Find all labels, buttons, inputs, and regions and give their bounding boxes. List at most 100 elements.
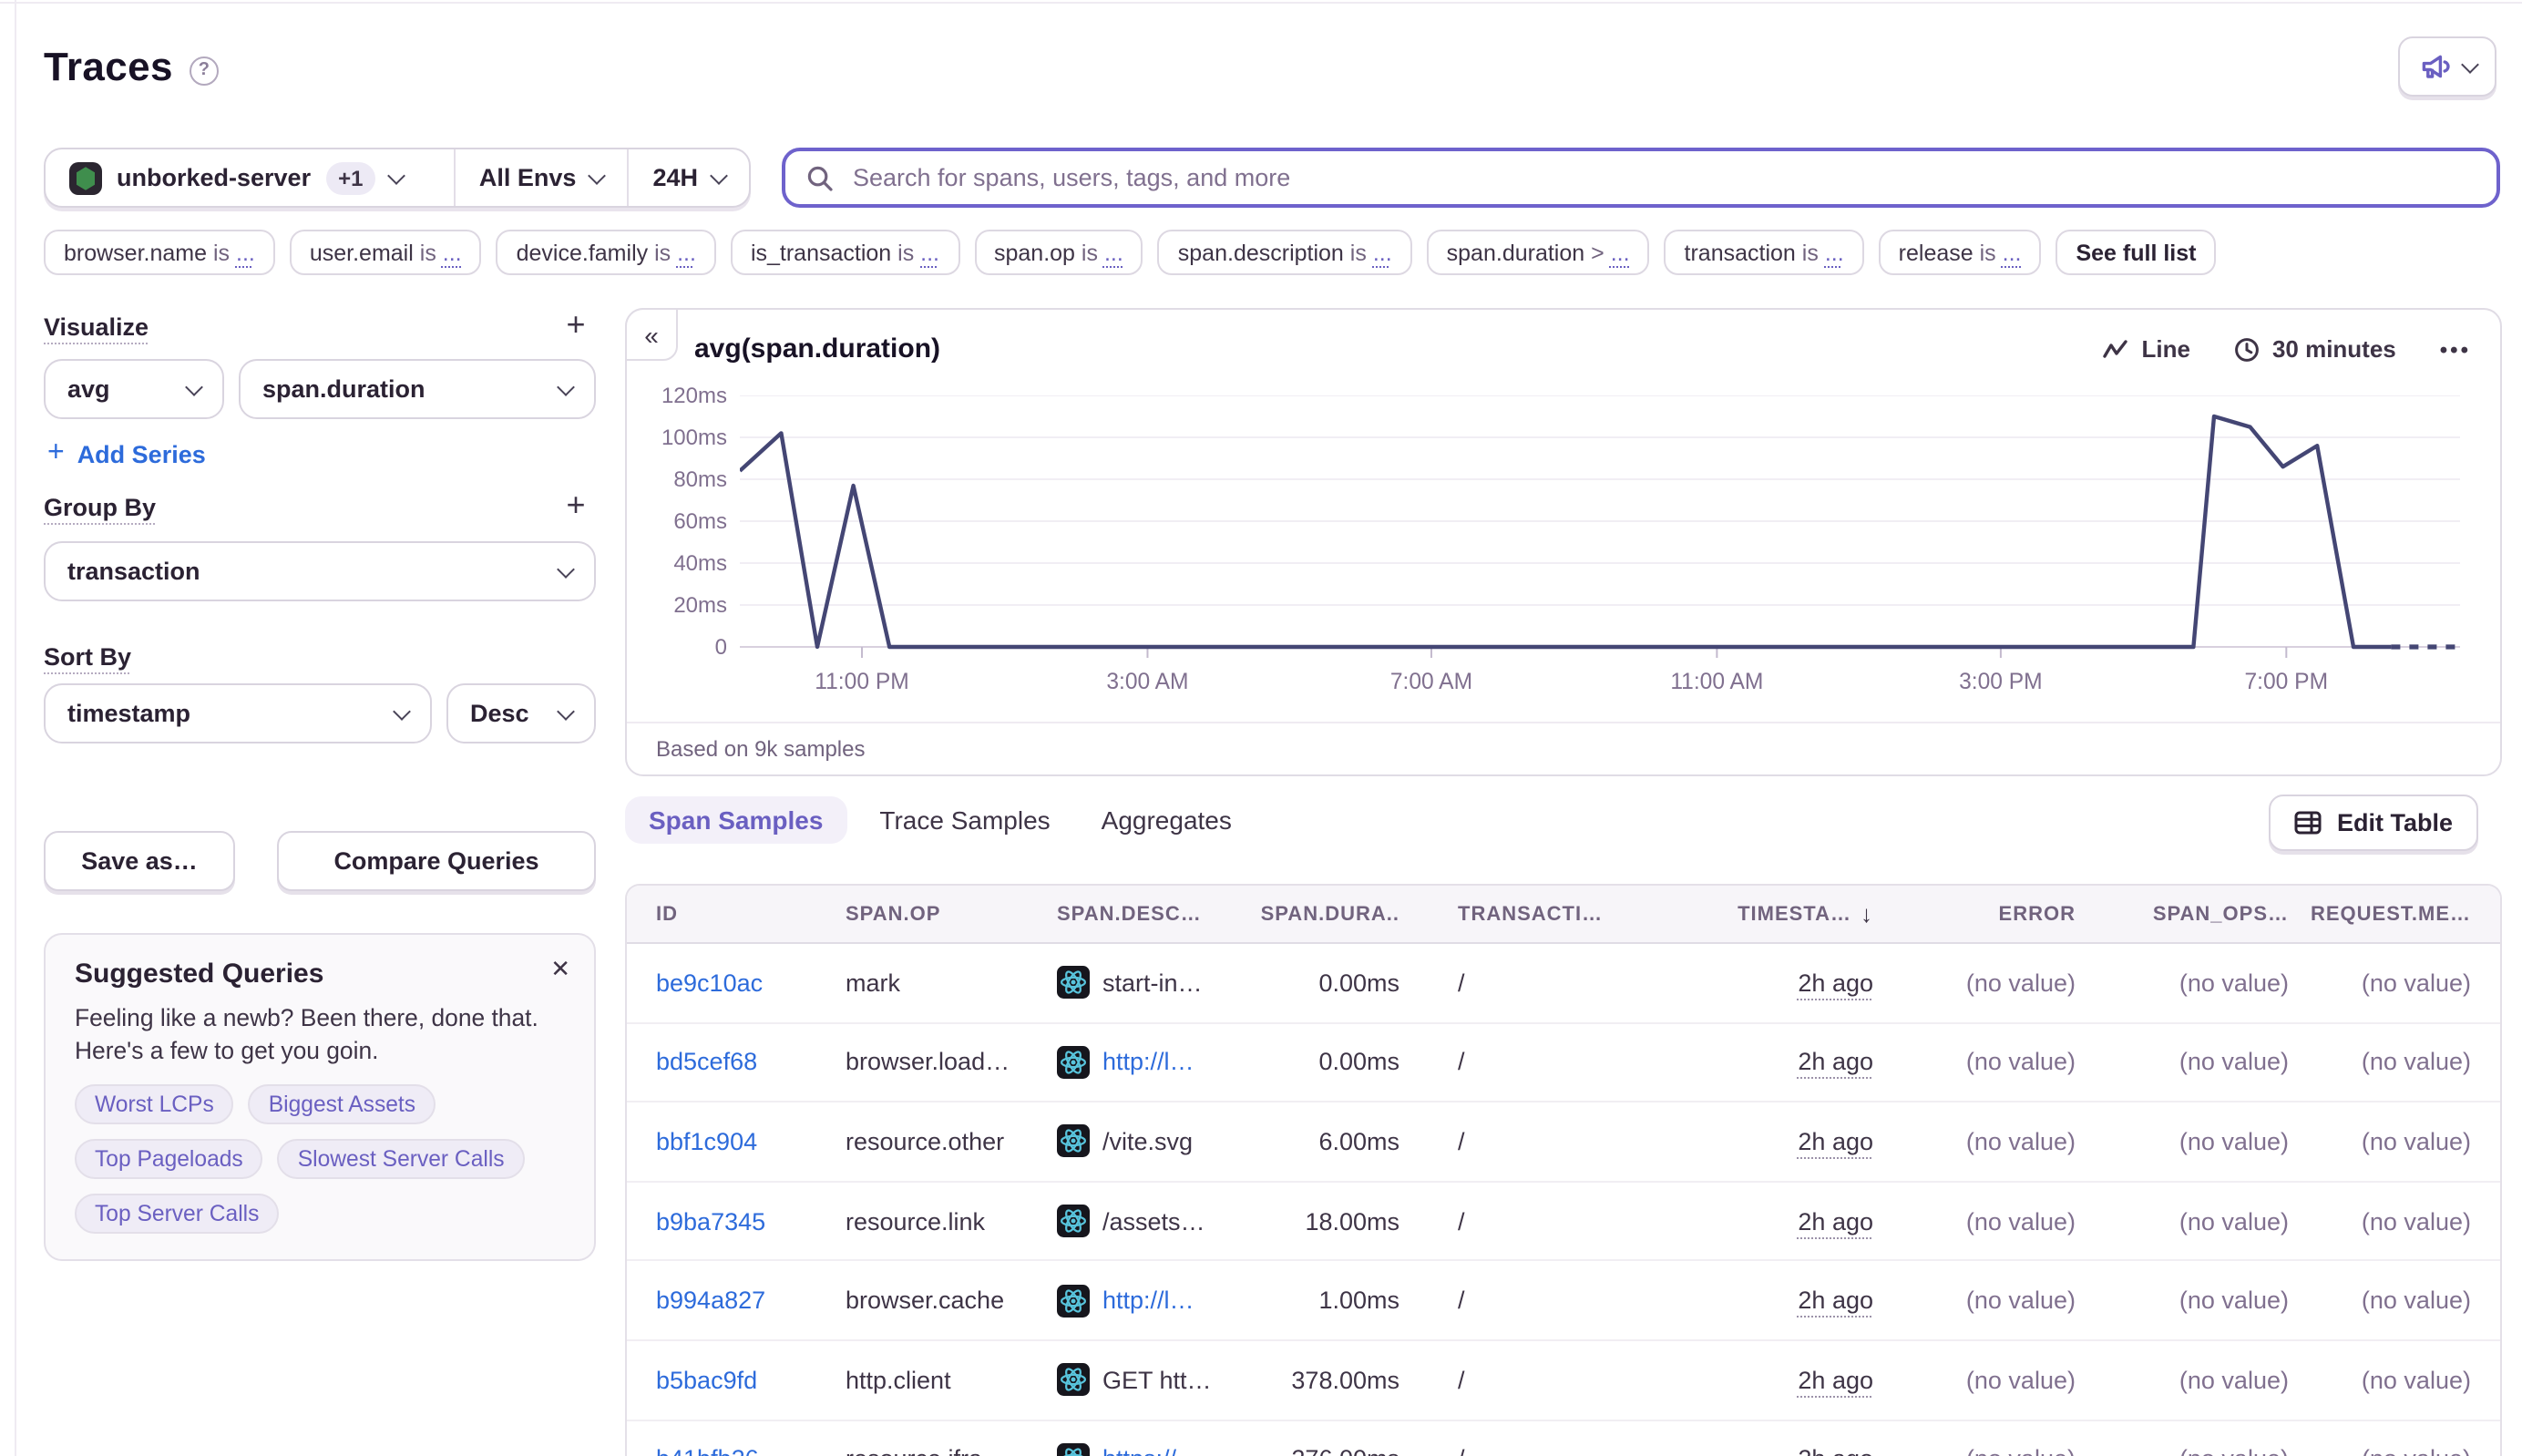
date-range-selector[interactable]: 24H	[629, 149, 749, 206]
sort-field-select[interactable]: timestamp	[44, 683, 432, 743]
filter-chip[interactable]: release is ...	[1879, 230, 2042, 275]
column-header-id[interactable]: ID	[627, 886, 816, 942]
project-selector[interactable]: unborked-server +1	[46, 149, 454, 206]
filter-chip[interactable]: span.description is ...	[1158, 230, 1412, 275]
search-bar[interactable]	[782, 148, 2500, 208]
filter-chip[interactable]: span.op is ...	[974, 230, 1143, 275]
project-extra-badge: +1	[325, 161, 375, 194]
span-id-link[interactable]: bbf1c904	[656, 1128, 757, 1155]
suggested-query-pill[interactable]: Worst LCPs	[75, 1085, 234, 1125]
table-row: b9ba7345resource.link /assets…18.00ms/2h…	[627, 1183, 2500, 1262]
timestamp-value[interactable]: 2h ago	[1798, 1287, 1873, 1314]
filter-chip-operator: is	[1796, 240, 1825, 265]
filter-chip[interactable]: user.email is ...	[290, 230, 482, 275]
filter-chip[interactable]: span.duration > ...	[1427, 230, 1650, 275]
save-as-button[interactable]: Save as…	[44, 831, 235, 891]
timestamp-value[interactable]: 2h ago	[1798, 1207, 1873, 1235]
span-op-cell: resource.other	[816, 1102, 1028, 1180]
span-description-link[interactable]: http://l…	[1102, 1287, 1194, 1314]
span-description-link[interactable]: https://…	[1102, 1446, 1201, 1456]
column-header-label: SPAN_OPS…	[2153, 903, 2289, 925]
span-op-cell: resource.ifra…	[816, 1420, 1028, 1456]
samples-note: Based on 9k samples	[656, 736, 865, 762]
close-icon[interactable]: ✕	[550, 955, 570, 984]
add-group-by-button[interactable]: +	[559, 490, 592, 523]
column-header-timesta[interactable]: TIMESTA…↓	[1666, 886, 1902, 942]
filter-chip[interactable]: browser.name is ...	[44, 230, 275, 275]
sort-field-value: timestamp	[67, 700, 190, 727]
y-axis-tick-label: 120ms	[632, 383, 727, 408]
span-id-cell: bbf1c904	[627, 1102, 816, 1180]
suggested-query-pill[interactable]: Top Server Calls	[75, 1195, 279, 1235]
request-method-cell: (no value)	[2318, 1341, 2500, 1419]
duration-line-chart[interactable]	[740, 395, 2460, 661]
tab-span-samples[interactable]: Span Samples	[625, 796, 846, 844]
suggested-query-pill[interactable]: Biggest Assets	[249, 1085, 436, 1125]
add-series-button[interactable]: +Add Series	[47, 437, 206, 470]
timestamp-value[interactable]: 2h ago	[1798, 1367, 1873, 1394]
column-header-span-op[interactable]: SPAN.OP	[816, 886, 1028, 942]
filter-chip-operator: is	[1075, 240, 1104, 265]
request-method-cell: (no value)	[2318, 1420, 2500, 1456]
column-header-span-ops[interactable]: SPAN_OPS…	[2105, 886, 2318, 942]
timestamp-value[interactable]: 2h ago	[1798, 1049, 1873, 1076]
span-op-cell: browser.load…	[816, 1023, 1028, 1101]
span-description-link[interactable]: http://l…	[1102, 1049, 1194, 1076]
column-header-transacti[interactable]: TRANSACTI…	[1429, 886, 1666, 942]
column-header-span-dura[interactable]: SPAN.DURA..	[1246, 886, 1429, 942]
whats-new-button[interactable]	[2398, 36, 2496, 97]
column-header-error[interactable]: ERROR	[1902, 886, 2105, 942]
span-description-text: start-in…	[1102, 969, 1203, 997]
chart-interval-control[interactable]: 30 minutes	[2234, 335, 2396, 363]
chart-more-button[interactable]: •••	[2440, 336, 2471, 362]
search-input[interactable]	[849, 162, 2476, 193]
span-id-link[interactable]: be9c10ac	[656, 969, 763, 997]
timestamp-value[interactable]: 2h ago	[1798, 969, 1873, 997]
aggregate-select[interactable]: avg	[44, 359, 224, 419]
field-select[interactable]: span.duration	[239, 359, 596, 419]
sort-direction-select[interactable]: Desc	[446, 683, 596, 743]
compare-queries-button[interactable]: Compare Queries	[277, 831, 596, 891]
edit-table-button[interactable]: Edit Table	[2270, 795, 2478, 851]
span-id-link[interactable]: b41bfb26	[656, 1446, 759, 1456]
chart-controls: Line 30 minutes •••	[2103, 335, 2471, 363]
column-header-request-me[interactable]: REQUEST.ME…	[2318, 886, 2500, 942]
filter-chip[interactable]: is_transaction is ...	[731, 230, 959, 275]
table-header-row: IDSPAN.OPSPAN.DESC… SPAN.DURA.. TRANSACTI……	[627, 886, 2500, 944]
collapse-sidebar-button[interactable]: «	[625, 308, 678, 361]
filter-chip[interactable]: transaction is ...	[1665, 230, 1864, 275]
react-platform-icon	[1057, 967, 1090, 1000]
query-sidebar: Visualize + avg span.duration +Add Serie…	[44, 313, 596, 1443]
x-axis-tick-label: 11:00 AM	[1635, 669, 1799, 694]
chart-title: avg(span.duration)	[694, 333, 940, 364]
help-icon[interactable]: ?	[190, 56, 219, 85]
chart-type-label: Line	[2141, 335, 2189, 363]
column-header-span-desc[interactable]: SPAN.DESC…	[1028, 886, 1246, 942]
filter-chip[interactable]: device.family is ...	[497, 230, 716, 275]
no-value-text: (no value)	[2179, 1446, 2289, 1456]
span-id-link[interactable]: b994a827	[656, 1287, 765, 1314]
no-value-text: (no value)	[1966, 1367, 2076, 1394]
suggested-query-pill[interactable]: Top Pageloads	[75, 1140, 263, 1180]
tab-aggregates[interactable]: Aggregates	[1083, 796, 1250, 844]
suggested-query-pill[interactable]: Slowest Server Calls	[278, 1140, 525, 1180]
span-ops-cell: (no value)	[2105, 1262, 2318, 1339]
span-description-text: /assets…	[1102, 1207, 1205, 1235]
tab-trace-samples[interactable]: Trace Samples	[861, 796, 1068, 844]
column-header-label: REQUEST.ME…	[2311, 903, 2471, 925]
see-full-list-button[interactable]: See full list	[2056, 230, 2216, 275]
timestamp-value[interactable]: 2h ago	[1798, 1446, 1873, 1456]
column-header-label: SPAN.DURA..	[1261, 903, 1399, 925]
span-id-link[interactable]: bd5cef68	[656, 1049, 757, 1076]
span-id-link[interactable]: b5bac9fd	[656, 1367, 757, 1394]
chart-type-control[interactable]: Line	[2103, 335, 2189, 363]
span-ops-cell: (no value)	[2105, 1102, 2318, 1180]
environment-selector[interactable]: All Envs	[456, 149, 628, 206]
no-value-text: (no value)	[2362, 1287, 2471, 1314]
timestamp-value[interactable]: 2h ago	[1798, 1128, 1873, 1155]
add-visualize-button[interactable]: +	[559, 310, 592, 343]
timestamp-cell: 2h ago	[1666, 944, 1902, 1021]
table-body: be9c10acmark start-in…0.00ms/2h ago(no v…	[627, 944, 2500, 1456]
group-by-select[interactable]: transaction	[44, 541, 596, 601]
span-id-link[interactable]: b9ba7345	[656, 1207, 765, 1235]
